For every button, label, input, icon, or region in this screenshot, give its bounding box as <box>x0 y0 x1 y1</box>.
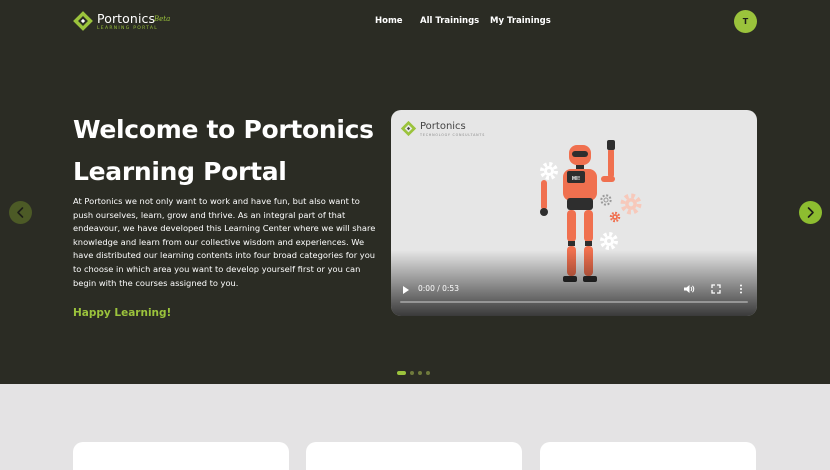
category-card[interactable] <box>73 442 289 470</box>
video-logo-subtitle: TECHNOLOGY CONSULTANTS <box>420 133 486 137</box>
robot-badge: HI! <box>572 176 580 182</box>
nav-links: Home All Trainings My Trainings <box>0 0 830 43</box>
fullscreen-icon[interactable] <box>710 283 722 295</box>
hero-description: At Portonics we not only want to work an… <box>73 196 376 288</box>
top-nav: Portonics LEARNING PORTAL Beta Home All … <box>0 0 830 43</box>
carousel-next-button[interactable] <box>799 201 822 224</box>
video-logo: Portonics TECHNOLOGY CONSULTANTS <box>400 120 490 140</box>
intro-video-player[interactable]: Portonics TECHNOLOGY CONSULTANTS HI! 0:0… <box>391 110 757 316</box>
play-icon[interactable] <box>401 284 411 296</box>
nav-link-my-trainings[interactable]: My Trainings <box>490 16 551 26</box>
hero-title: Welcome to Portonics Learning Portal <box>73 115 374 186</box>
chevron-left-icon <box>17 207 24 218</box>
nav-link-home[interactable]: Home <box>375 16 403 26</box>
category-card[interactable] <box>306 442 522 470</box>
hero-cta: Happy Learning! <box>73 307 172 319</box>
category-card[interactable] <box>540 442 756 470</box>
video-controls: 0:00 / 0:53 <box>391 280 757 316</box>
nav-link-all-trainings[interactable]: All Trainings <box>420 16 479 26</box>
video-time: 0:00 / 0:53 <box>418 284 459 293</box>
carousel-dot-3[interactable] <box>418 371 422 375</box>
carousel-dot-4[interactable] <box>426 371 430 375</box>
carousel-indicators <box>397 371 437 377</box>
chevron-right-icon <box>807 207 814 218</box>
video-logo-name: Portonics <box>420 121 466 132</box>
hero-carousel: Welcome to Portonics Learning Portal At … <box>0 43 830 384</box>
carousel-prev-button[interactable] <box>9 201 32 224</box>
carousel-dot-1[interactable] <box>397 371 406 375</box>
carousel-dot-2[interactable] <box>410 371 414 375</box>
portonics-logo-icon <box>400 120 417 137</box>
video-progress-bar[interactable] <box>400 301 748 303</box>
more-vertical-icon[interactable] <box>738 283 744 295</box>
user-avatar[interactable]: T <box>734 10 757 33</box>
volume-icon[interactable] <box>683 283 695 295</box>
